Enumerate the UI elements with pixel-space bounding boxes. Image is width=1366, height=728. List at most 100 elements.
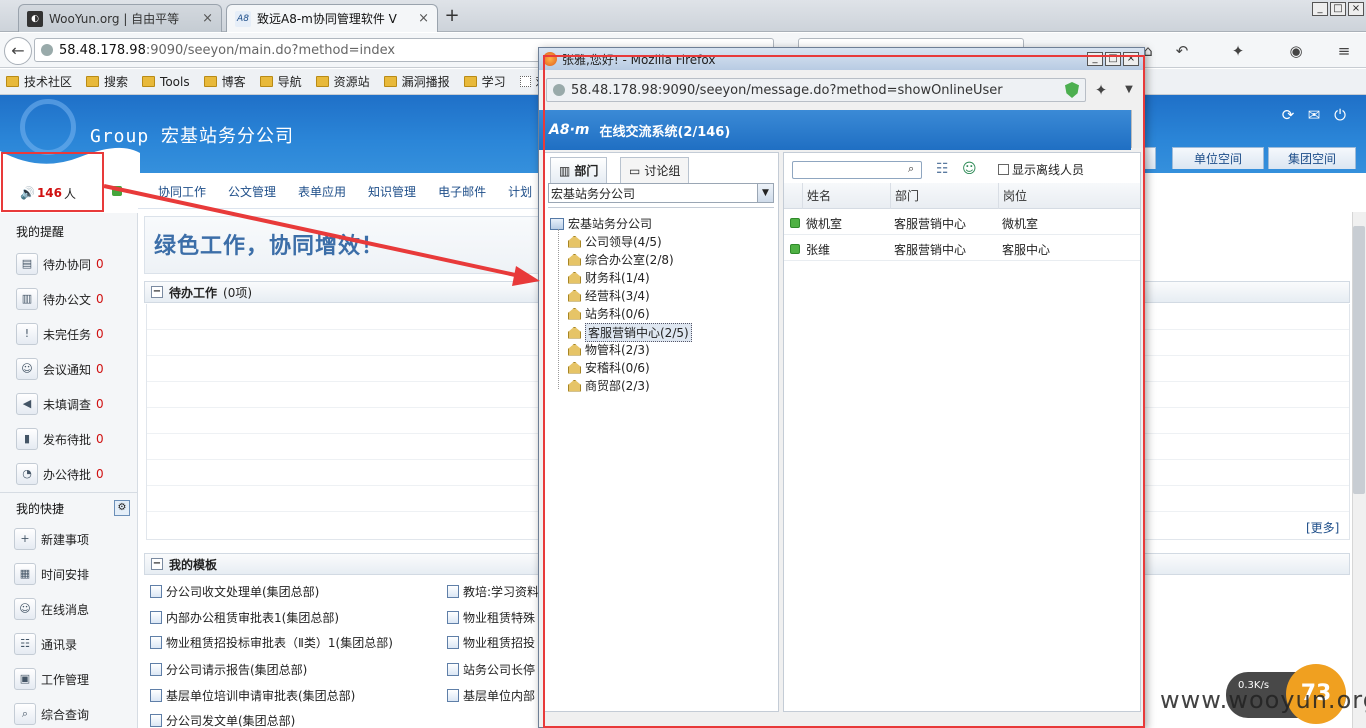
calendar-icon: ▦: [14, 563, 36, 585]
nav-documents[interactable]: 公文管理: [228, 183, 276, 200]
form-icon: [150, 611, 162, 624]
form-icon: [447, 585, 459, 598]
bookmark-item[interactable]: 资源站: [315, 73, 370, 90]
nav-knowledge[interactable]: 知识管理: [368, 183, 416, 200]
template-item[interactable]: 分公司发文单(集团总部): [150, 712, 440, 728]
more-link[interactable]: [更多]: [1306, 519, 1339, 536]
main-nav: 协同工作 公文管理 表单应用 知识管理 电子邮件 计划: [138, 175, 540, 209]
menu-icon[interactable]: ≡: [1334, 41, 1354, 61]
tab-group-space[interactable]: 集团空间: [1268, 147, 1356, 169]
new-tab-button[interactable]: +: [440, 6, 464, 28]
sidebar-item-schedule[interactable]: ▦ 时间安排: [14, 563, 89, 585]
tab-unit-space[interactable]: 单位空间: [1172, 147, 1264, 169]
folder-icon: [463, 76, 477, 87]
template-item[interactable]: 分公司请示报告(集团总部): [150, 661, 440, 678]
browser-tab-seeyon[interactable]: A8 致远A8-m协同管理软件 V ×: [226, 4, 438, 32]
page-scrollbar-thumb[interactable]: [1353, 226, 1365, 494]
sidebar-item-unfinished-task[interactable]: ! 未完任务 0: [16, 323, 104, 345]
browser-tab-bar: ◐ WooYun.org | 自由平等 × A8 致远A8-m协同管理软件 V …: [0, 0, 1366, 32]
megaphone-icon: ◀: [16, 393, 38, 415]
sidebar-item-pending-doc[interactable]: ▥ 待办公文 0: [16, 288, 104, 310]
collab-icon: ▤: [16, 253, 38, 275]
sidebar-item-survey[interactable]: ◀ 未填调查 0: [16, 393, 104, 415]
status-toggle-icon[interactable]: [112, 186, 122, 196]
slogan-text: 绿色工作，协同增效！: [154, 234, 385, 259]
template-item[interactable]: 站务公司长停: [447, 661, 539, 678]
globe-menu-icon[interactable]: ◉: [1286, 41, 1306, 61]
sidebar-item-meeting[interactable]: ☺ 会议通知 0: [16, 358, 104, 380]
back-button[interactable]: ←: [4, 37, 32, 65]
bookmark-item[interactable]: 搜索: [86, 73, 128, 90]
sidebar-item-work[interactable]: ▣ 工作管理: [14, 668, 89, 690]
contacts-icon: ☷: [14, 633, 36, 655]
nav-collaboration[interactable]: 协同工作: [158, 183, 206, 200]
collapse-icon[interactable]: −: [151, 286, 163, 298]
sidebar-item-contacts[interactable]: ☷ 通讯录: [14, 633, 77, 655]
template-item[interactable]: 物业租赁招投: [447, 634, 539, 651]
logout-icon[interactable]: ⏻: [1332, 107, 1348, 123]
sidebar-item-publish[interactable]: ▮ 发布待批 0: [16, 428, 104, 450]
template-item[interactable]: 基层单位内部: [447, 687, 539, 704]
settings-icon[interactable]: ⚙: [114, 500, 130, 516]
mail-icon[interactable]: ✉: [1306, 107, 1322, 123]
doc-icon: [150, 663, 162, 676]
page-icon: [519, 76, 531, 87]
folder-icon: [142, 76, 156, 87]
globe-icon: [41, 44, 53, 56]
bookmark-item[interactable]: 博客: [203, 73, 246, 90]
folder-icon: [259, 76, 273, 87]
people-icon: ☺: [16, 358, 38, 380]
collapse-icon[interactable]: −: [151, 558, 163, 570]
bookmark-item[interactable]: 漏洞播报: [383, 73, 450, 90]
close-window-button[interactable]: ×: [1348, 2, 1364, 16]
form-icon: [447, 636, 459, 649]
addon-icon[interactable]: ✦: [1228, 41, 1248, 61]
sidebar-item-query[interactable]: ⌕ 综合查询: [14, 703, 89, 725]
sidebar-item-pending-collab[interactable]: ▤ 待办协同 0: [16, 253, 104, 275]
bar-chart-icon: ▮: [16, 428, 38, 450]
url-path: :9090/seeyon/main.do?method=index: [145, 42, 396, 58]
a8-favicon-icon: A8: [235, 10, 251, 27]
document-icon: ▥: [16, 288, 38, 310]
annotation-highlight-box: [543, 55, 1145, 728]
minimize-window-button[interactable]: _: [1312, 2, 1328, 16]
wooyun-favicon-icon: ◐: [27, 10, 43, 27]
folder-icon: [203, 76, 217, 87]
template-item[interactable]: 分公司收文处理单(集团总部): [150, 583, 440, 600]
undo-icon[interactable]: ↶: [1172, 41, 1192, 61]
nav-plan[interactable]: 计划: [508, 183, 532, 200]
user-message-icon: ☺: [14, 598, 36, 620]
template-item[interactable]: 基层单位培训申请审批表(集团总部): [150, 687, 440, 704]
template-item[interactable]: 物业租赁招投标审批表（Ⅱ类）1(集团总部): [150, 634, 440, 651]
close-tab-icon[interactable]: ×: [418, 11, 429, 26]
tab-title: 致远A8-m协同管理软件 V: [257, 12, 397, 26]
task-icon: !: [16, 323, 38, 345]
url-host: 58.48.178.98: [59, 42, 146, 58]
sidebar-item-office[interactable]: ◔ 办公待批 0: [16, 463, 104, 485]
browser-tab-wooyun[interactable]: ◐ WooYun.org | 自由平等 ×: [18, 4, 222, 32]
bookmark-item[interactable]: 技术社区: [6, 73, 72, 90]
folder-icon: [383, 76, 397, 87]
maximize-window-button[interactable]: □: [1330, 2, 1346, 16]
watermark-text: www.wooyun.org: [1160, 686, 1366, 714]
sidebar-item-new[interactable]: + 新建事项: [14, 528, 89, 550]
form-icon: [150, 689, 162, 702]
template-item[interactable]: 教培:学习资料: [447, 583, 539, 600]
template-item[interactable]: 内部办公租赁审批表1(集团总部): [150, 609, 440, 626]
close-tab-icon[interactable]: ×: [202, 11, 213, 26]
form-icon: [447, 611, 459, 624]
form-icon: [447, 663, 459, 676]
work-icon: ▣: [14, 668, 36, 690]
template-item[interactable]: 物业租赁特殊: [447, 609, 539, 626]
bookmark-item[interactable]: 导航: [259, 73, 302, 90]
sidebar-item-messages[interactable]: ☺ 在线消息: [14, 598, 89, 620]
reminders-title: 我的提醒: [16, 225, 65, 239]
tab-title: WooYun.org | 自由平等: [49, 12, 180, 26]
nav-email[interactable]: 电子邮件: [438, 183, 486, 200]
refresh-icon[interactable]: ⟳: [1280, 107, 1296, 123]
divider: [0, 492, 137, 493]
bookmark-item[interactable]: 学习: [463, 73, 506, 90]
bookmark-item[interactable]: Tools: [142, 75, 190, 89]
nav-forms[interactable]: 表单应用: [298, 183, 346, 200]
query-icon: ⌕: [14, 703, 36, 725]
